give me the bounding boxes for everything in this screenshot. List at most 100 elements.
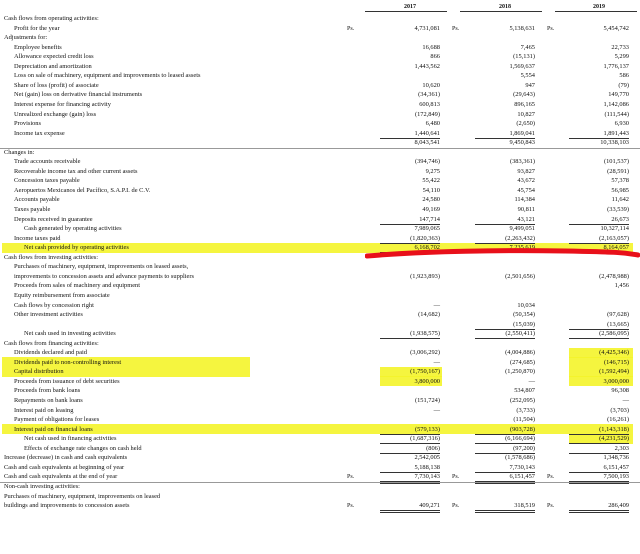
- value-cell-2017: (14,682): [418, 311, 440, 319]
- value-cell-2018: (50,354): [513, 311, 535, 319]
- value-cell-2017: —: [433, 358, 440, 366]
- row-label: Payment of obligations for leases: [14, 416, 100, 424]
- currency-symbol: Ps.: [347, 25, 355, 32]
- value-cell-2018: 10,034: [517, 301, 535, 309]
- row-label: Unrealized exchange (gain) loss: [14, 110, 97, 118]
- table-row: Cash flows from financing activities:: [0, 340, 640, 348]
- row-label: Dividends paid to non-controlling intere…: [14, 358, 122, 366]
- table-row: Net cash used in investing activities (1,…: [0, 330, 640, 340]
- value-cell-2018: (29,643): [513, 91, 535, 99]
- table-row: Income tax expense 1,440,641 1,869,041 1,89…: [0, 129, 640, 139]
- value-cell-2017: 866: [430, 53, 440, 61]
- value-cell-2019: 1,456: [614, 282, 629, 290]
- row-label: Interest paid on leasing: [14, 406, 74, 414]
- row-label: Cash generated by operating activities: [24, 225, 122, 233]
- value-cell-2018: (1,578,686): [505, 454, 535, 462]
- table-row: Recoverable income tax and other current…: [0, 168, 640, 176]
- value-cell-2018: 10,827: [517, 110, 535, 118]
- value-cell-2018: 318,519: [475, 502, 535, 514]
- value-cell-2019: 6,151,457: [569, 464, 629, 473]
- table-row: Changes in:: [0, 149, 640, 157]
- table-row: Proceeds from issuance of debt securitie…: [0, 378, 640, 386]
- row-label: Cash and cash equivalents at the end of …: [4, 473, 118, 481]
- value-cell-2019: 6,930: [614, 120, 629, 128]
- value-cell-2019: (2,163,057): [569, 235, 629, 244]
- row-label: Cash flows from operating activities:: [4, 15, 99, 22]
- value-cell-2018: (252,095): [509, 397, 535, 404]
- value-cell-2017: 5,188,138: [380, 464, 440, 473]
- value-cell-2017: (806): [380, 445, 440, 454]
- table-row: Profit for the year Ps. Ps. Ps. 4,731,081 5,1…: [0, 25, 640, 33]
- value-cell-2018: 9,450,843: [509, 139, 535, 147]
- table-row: Allowance expected credit loss 866 (15,131…: [0, 53, 640, 61]
- table-row: 8,043,541 9,450,843 10,338,103: [0, 139, 640, 150]
- value-cell-2018: (97,200): [475, 445, 535, 454]
- currency-symbol: Ps.: [547, 503, 555, 510]
- value-cell-2019: (1,143,318): [569, 426, 629, 435]
- value-cell-2018: (4,004,886): [505, 349, 535, 357]
- row-label: Allowance expected credit loss: [14, 53, 94, 61]
- value-cell-2017: (34,361): [418, 91, 440, 99]
- row-label: Depreciation and amortization: [14, 62, 92, 70]
- row-label: Capital distribution: [14, 368, 64, 376]
- row-label: Cash flows by concession right: [14, 301, 94, 309]
- value-cell-2018: 5,138,631: [509, 24, 535, 32]
- row-label: Deposits received in guarantee: [14, 215, 93, 223]
- value-cell-2017: (1,820,363): [380, 235, 440, 244]
- value-cell-2019: (111,544): [604, 110, 629, 118]
- row-label: Effects of exchange rate changes on cash…: [24, 444, 142, 452]
- currency-symbol: Ps.: [452, 503, 460, 510]
- value-cell-2017: 7,989,065: [414, 225, 440, 233]
- row-label: Net cash used in investing activities: [24, 330, 116, 338]
- value-cell-2019: (28,591): [607, 167, 629, 175]
- value-cell-2019: 1,776,137: [603, 62, 629, 70]
- value-cell-2019: 3,000,000: [603, 377, 629, 385]
- value-cell-2018: 1,869,041: [475, 130, 535, 139]
- value-cell-2019: 56,985: [611, 186, 629, 194]
- table-row: Interest expense for financing activity 6…: [0, 101, 640, 109]
- row-label: Income taxes paid: [14, 234, 61, 242]
- value-cell-2019: (3,703): [610, 406, 629, 414]
- value-cell-2019: (13,665): [569, 321, 629, 330]
- table-row: Employee benefits 16,688 7,465 22,733: [0, 44, 640, 52]
- table-row: Income taxes paid (1,820,363) (2,263,432) (…: [0, 234, 640, 244]
- row-label: Increase (decrease) in cash and cash equ…: [4, 454, 128, 462]
- value-cell-2017: 4,731,081: [414, 24, 440, 32]
- value-cell-2018: 1,569,637: [509, 62, 535, 70]
- red-strike-annotation: [365, 248, 640, 259]
- value-cell-2019: 1,142,086: [603, 100, 629, 108]
- value-cell-2019: (33,539): [607, 206, 629, 213]
- table-row: Dividends declared and paid (3,006,292) (4…: [0, 349, 640, 357]
- row-label: Cash flows from investing activities:: [4, 253, 99, 261]
- value-cell-2017: (151,724): [414, 397, 440, 404]
- value-cell-2018: 947: [525, 81, 535, 89]
- table-row: Concession taxes payable 55,422 43,672 57,3…: [0, 177, 640, 185]
- row-label: Proceeds from issuance of debt securitie…: [14, 377, 120, 385]
- row-label: Interest paid on financial loans: [14, 425, 93, 433]
- table-row: Purchases of machinery, equipment, impro…: [0, 263, 640, 271]
- value-cell-2019: 286,409: [569, 502, 629, 514]
- table-row: Loss on sale of machinery, equipment and…: [0, 72, 640, 80]
- table-row: Net cash used in financing activities (1,…: [0, 435, 640, 445]
- row-label: Income tax expense: [14, 129, 65, 137]
- row-label: Employee benefits: [14, 43, 62, 51]
- value-cell-2019: 10,338,103: [600, 139, 629, 147]
- value-cell-2018: 90,811: [517, 206, 535, 213]
- table-row: Aeropuertos Mexicanos del Pacífico, S.A.…: [0, 187, 640, 195]
- value-cell-2017: (1,750,167): [410, 368, 440, 376]
- table-row: Repayments on bank loans (151,724) (252,09…: [0, 397, 640, 405]
- value-cell-2019: 5,454,742: [603, 24, 629, 32]
- row-label: Purchases of machinery, equipment, impro…: [4, 492, 161, 500]
- value-cell-2018: 5,554: [520, 72, 535, 80]
- table-row: Other investment activities (14,682) (50,3…: [0, 311, 640, 319]
- value-cell-2018: 93,827: [517, 167, 535, 175]
- value-cell-2019: (79): [618, 81, 629, 89]
- table-row: Deposits received in guarantee 147,714 43,…: [0, 215, 640, 225]
- value-cell-2019: 10,327,114: [600, 225, 629, 233]
- value-cell-2019: 26,673: [569, 216, 629, 225]
- table-row: Payment of obligations for leases (11,504…: [0, 416, 640, 424]
- currency-symbol: Ps.: [547, 474, 555, 481]
- table-row: Net (gain) loss on derivative financial …: [0, 91, 640, 99]
- value-cell-2017: —: [433, 301, 440, 309]
- row-label: Net cash used in financing activities: [24, 435, 117, 443]
